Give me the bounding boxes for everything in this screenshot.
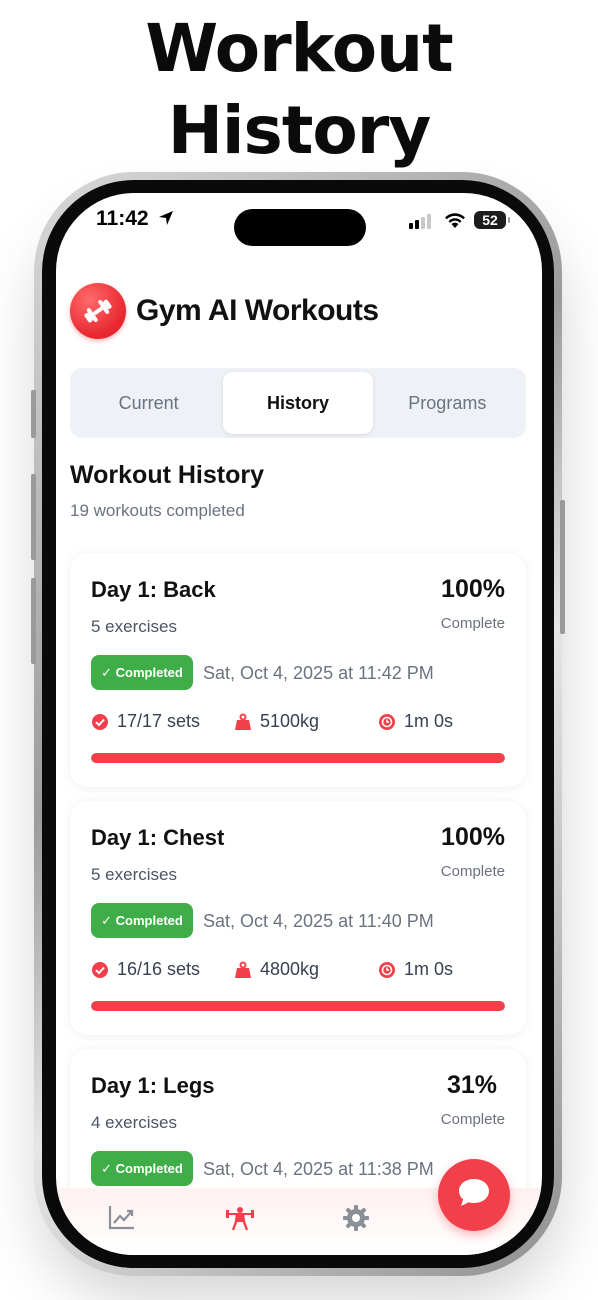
battery-indicator: 52 [474, 211, 510, 229]
workout-name: Day 1: Chest [91, 825, 225, 850]
weight-icon [234, 961, 252, 979]
duration-value: 1m 0s [404, 959, 454, 979]
completed-badge: ✓ Completed [91, 903, 193, 938]
weight-stat: 5100kg [234, 711, 319, 732]
gear-icon[interactable] [342, 1204, 370, 1237]
location-arrow-icon [158, 210, 174, 231]
tab-programs[interactable]: Programs [373, 372, 522, 434]
volume-up-button [31, 474, 36, 560]
sets-value: 17/17 sets [117, 711, 201, 731]
completion-percent: 100% [441, 575, 505, 603]
tab-history[interactable]: History [223, 372, 373, 434]
weight-value: 4800kg [260, 959, 320, 979]
action-button [31, 390, 36, 438]
exercise-count: 5 exercises [91, 865, 177, 884]
sets-stat: 17/17 sets [91, 711, 200, 732]
check-circle-icon [91, 713, 109, 731]
power-button [560, 500, 565, 634]
completion-percent: 31% [446, 1071, 497, 1099]
weight-value: 5100kg [260, 711, 320, 731]
weight-stat: 4800kg [234, 959, 319, 980]
workout-card[interactable]: Day 1: Chest 5 exercises 100% Complete ✓… [70, 801, 526, 1035]
progress-fill [91, 1001, 505, 1011]
progress-bar [91, 753, 505, 763]
sets-stat: 16/16 sets [91, 959, 200, 980]
dynamic-island [234, 209, 366, 246]
completion-label: Complete [440, 1111, 505, 1128]
cellular-signal-icon [409, 213, 433, 234]
workout-card[interactable]: Day 1: Back 5 exercises 100% Complete ✓ … [70, 553, 526, 787]
completed-badge: ✓ Completed [91, 655, 193, 690]
completion-label: Complete [440, 615, 505, 632]
workout-name: Day 1: Back [91, 577, 216, 602]
completed-badge: ✓ Completed [91, 1151, 193, 1186]
completion-label: Complete [440, 863, 505, 880]
check-circle-icon [91, 961, 109, 979]
duration-stat: 1m 0s [378, 959, 453, 980]
chart-icon[interactable] [108, 1204, 136, 1235]
status-time: 11:42 [96, 207, 149, 230]
weight-icon [234, 713, 252, 731]
progress-bar [91, 1001, 505, 1011]
sets-value: 16/16 sets [117, 959, 201, 979]
workout-date: Sat, Oct 4, 2025 at 11:38 PM [203, 1159, 434, 1179]
exercise-count: 4 exercises [91, 1113, 177, 1132]
chat-button[interactable] [438, 1159, 510, 1231]
app-title: Gym AI Workouts [136, 294, 379, 327]
phone-screen: 11:42 52 Gym AI Workouts Current History… [56, 193, 542, 1255]
workout-date: Sat, Oct 4, 2025 at 11:40 PM [203, 911, 434, 931]
timer-icon [378, 961, 396, 979]
workout-date: Sat, Oct 4, 2025 at 11:42 PM [203, 663, 434, 683]
wifi-icon [444, 212, 466, 234]
timer-icon [378, 713, 396, 731]
workout-name: Day 1: Legs [91, 1073, 215, 1098]
duration-stat: 1m 0s [378, 711, 453, 732]
duration-value: 1m 0s [404, 711, 454, 731]
section-subtitle: 19 workouts completed [70, 501, 245, 520]
chat-bubble-icon [456, 1176, 492, 1215]
headline-line-1: Workout [145, 10, 453, 87]
weightlifter-icon[interactable] [225, 1204, 255, 1237]
headline-line-2: History [167, 92, 432, 169]
volume-down-button [31, 578, 36, 664]
progress-fill [91, 753, 505, 763]
app-header: Gym AI Workouts [70, 283, 379, 339]
section-title: Workout History [70, 461, 264, 489]
exercise-count: 5 exercises [91, 617, 177, 636]
app-logo-icon [70, 283, 126, 339]
tab-current[interactable]: Current [74, 372, 223, 434]
view-tabs: Current History Programs [70, 368, 526, 438]
completion-percent: 100% [441, 823, 505, 851]
